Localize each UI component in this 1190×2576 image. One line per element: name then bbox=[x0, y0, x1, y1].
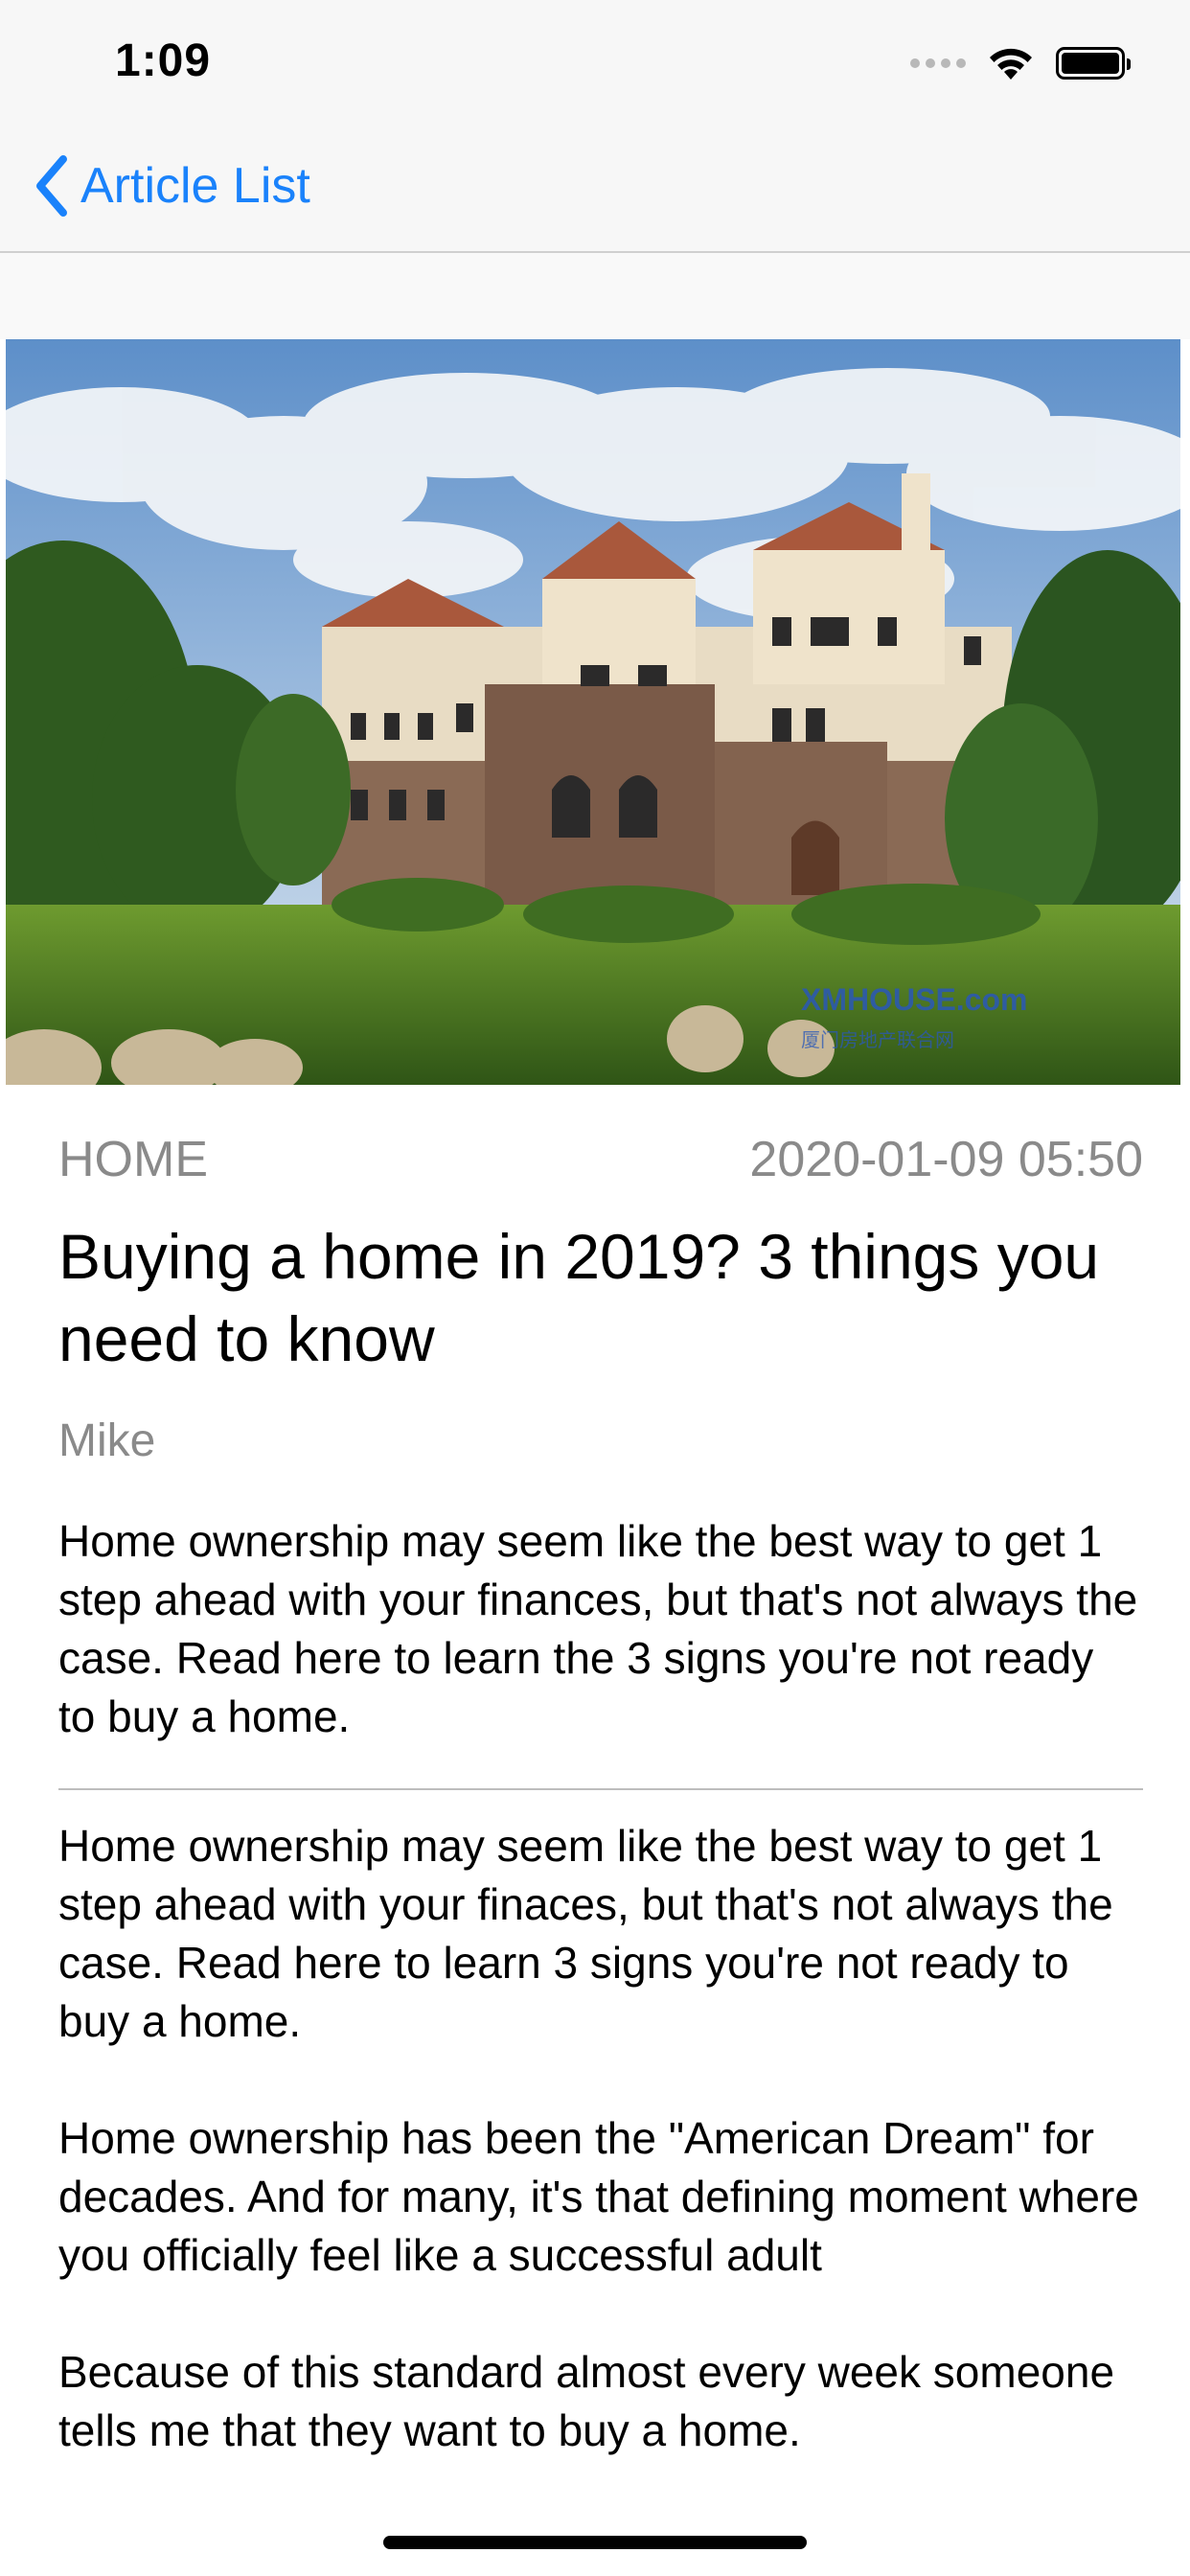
article-summary: Home ownership may seem like the best wa… bbox=[58, 1516, 1138, 1741]
home-indicator[interactable] bbox=[383, 2536, 807, 2549]
chevron-left-icon bbox=[36, 155, 67, 217]
article-body: Home ownership may seem like the best wa… bbox=[58, 1817, 1141, 2518]
article-paragraph: Home ownership may seem like the best wa… bbox=[58, 1821, 1113, 2046]
status-icons bbox=[910, 42, 1131, 84]
navigation-bar: Article List bbox=[0, 115, 1190, 253]
hero-watermark-subtitle: 厦门房地产联合网 bbox=[801, 1028, 954, 1051]
signal-dots-icon bbox=[910, 58, 966, 68]
hero-watermark: XMHOUSE.com bbox=[801, 982, 1027, 1017]
article-meta: HOME 2020-01-09 05:50 bbox=[58, 1131, 1143, 1188]
status-time: 1:09 bbox=[115, 35, 212, 86]
article-title: Buying a home in 2019? 3 things you need… bbox=[58, 1221, 1100, 1374]
back-button-label: Article List bbox=[80, 158, 310, 214]
article-date: 2020-01-09 05:50 bbox=[749, 1132, 1143, 1187]
battery-icon bbox=[1056, 47, 1131, 80]
wifi-icon bbox=[990, 48, 1032, 80]
article-paragraph: Home ownership has been the "American Dr… bbox=[58, 2113, 1139, 2280]
header-spacer bbox=[0, 253, 1190, 339]
status-bar: 1:09 bbox=[0, 0, 1190, 115]
back-button[interactable]: Article List bbox=[33, 155, 310, 217]
article-hero-image: XMHOUSE.com 厦门房地产联合网 bbox=[6, 339, 1180, 1085]
article-category: HOME bbox=[58, 1132, 208, 1187]
article-author: Mike bbox=[58, 1415, 156, 1466]
divider bbox=[58, 1788, 1143, 1790]
article-paragraph: Because of this standard almost every we… bbox=[58, 2347, 1115, 2455]
